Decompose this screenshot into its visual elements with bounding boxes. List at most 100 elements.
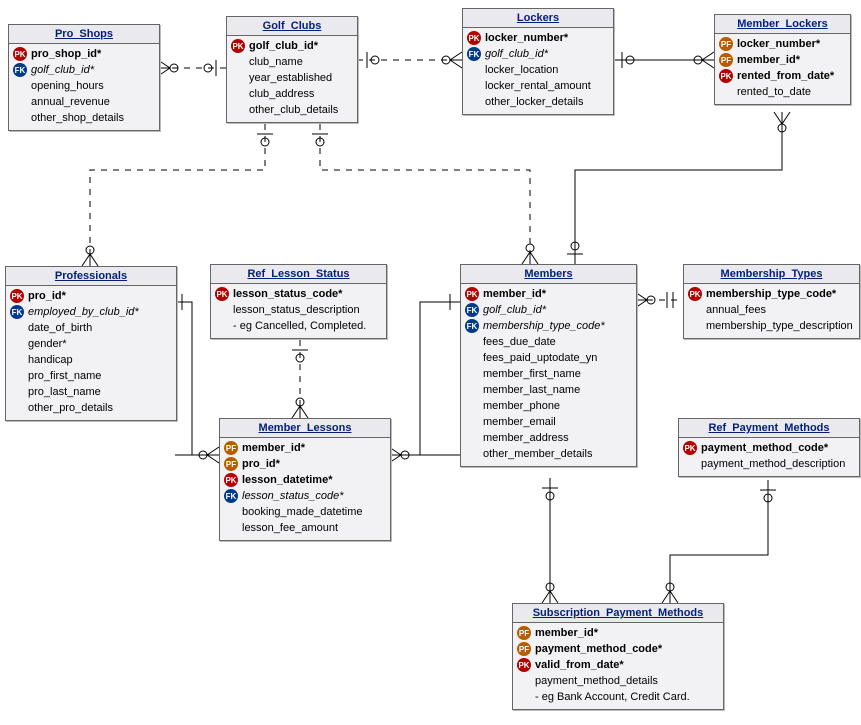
entity-body: PFmember_id*PFpayment_method_code*PK vali… (513, 623, 723, 709)
attribute-label: fees_due_date (483, 336, 556, 348)
attribute-label: rented_to_date (737, 86, 811, 98)
pf-icon: PF (719, 37, 733, 51)
pf-icon: PF (517, 642, 531, 656)
attribute-row: - eg Cancelled, Completed. (215, 318, 382, 334)
attribute-row: rented_to_date (719, 84, 846, 100)
attribute-label: member_phone (483, 400, 560, 412)
entity-body: PKpro_id*FKemployed_by_club_id*date_of_b… (6, 286, 176, 420)
pk-icon: PK (10, 289, 24, 303)
attribute-row: FK golf_club_id* (13, 62, 155, 78)
attribute-label: year_established (249, 72, 332, 84)
no-key-icon (13, 111, 27, 125)
no-key-icon (10, 337, 24, 351)
pf-icon: PF (517, 626, 531, 640)
conn-members-memberlessons (389, 294, 460, 463)
entity-ref_payment_methods: Ref_Payment_MethodsPKpayment_method_code… (678, 418, 860, 477)
attribute-label: fees_paid_uptodate_yn (483, 352, 597, 364)
attribute-label: other_club_details (249, 104, 338, 116)
entity-golf_clubs: Golf_ClubsPKgolf_club_id*club_nameyear_e… (226, 16, 358, 123)
entity-ref_lesson_status: Ref_Lesson_StatusPKlesson_status_code*le… (210, 264, 387, 339)
attribute-row: lesson_status_description (215, 302, 382, 318)
attribute-row: PKmember_id* (465, 286, 632, 302)
attribute-row: FKmembership_type_code* (465, 318, 632, 334)
no-key-icon (465, 383, 479, 397)
conn-golfclubs-proshops (158, 60, 226, 76)
no-key-icon (224, 521, 238, 535)
attribute-row: member_first_name (465, 366, 632, 382)
attribute-label: lesson_datetime* (242, 474, 332, 486)
attribute-row: PK pro_id* (10, 288, 172, 304)
conn-members-membershiptypes (635, 292, 683, 308)
fk-icon: FK (224, 489, 238, 503)
attribute-label: valid_from_date* (535, 659, 624, 671)
no-key-icon (231, 103, 245, 117)
attribute-row: FKemployed_by_club_id* (10, 304, 172, 320)
pf-icon: PF (224, 441, 238, 455)
attribute-label: member_id* (483, 288, 546, 300)
attribute-row: year_established (231, 70, 353, 86)
entity-title: Members (461, 265, 636, 284)
attribute-row: FKgolf_club_id* (467, 46, 609, 62)
attribute-label: pro_last_name (28, 386, 101, 398)
entity-body: PFlocker_number*PFmember_id*PKrented_fro… (715, 34, 850, 104)
attribute-label: other_shop_details (31, 112, 124, 124)
no-key-icon (465, 415, 479, 429)
no-key-icon (465, 447, 479, 461)
attribute-label: locker_number* (485, 32, 568, 44)
no-key-icon (467, 63, 481, 77)
attribute-label: pro_id* (28, 290, 66, 302)
no-key-icon (231, 55, 245, 69)
pk-icon: PK (688, 287, 702, 301)
entity-title: Pro_Shops (9, 25, 159, 44)
entity-body: PKmembership_type_code*annual_feesmember… (684, 284, 859, 338)
entity-body: PKgolf_club_id*club_nameyear_established… (227, 36, 357, 122)
attribute-row: PFmember_id* (517, 625, 719, 641)
attribute-label: member_address (483, 432, 569, 444)
attribute-row: fees_paid_uptodate_yn (465, 350, 632, 366)
attribute-row: member_address (465, 430, 632, 446)
attribute-row: handicap (10, 352, 172, 368)
no-key-icon (10, 401, 24, 415)
attribute-label: gender* (28, 338, 67, 350)
attribute-row: PKlocker_number* (467, 30, 609, 46)
pf-icon: PF (719, 53, 733, 67)
attribute-row: PFmember_id* (224, 440, 386, 456)
attribute-label: club_address (249, 88, 314, 100)
attribute-row: membership_type_description (688, 318, 855, 334)
attribute-label: pro_id* (242, 458, 280, 470)
attribute-row: PFpayment_method_code* (517, 641, 719, 657)
attribute-label: member_last_name (483, 384, 580, 396)
attribute-row: club_address (231, 86, 353, 102)
conn-golfclubs-members (312, 124, 538, 264)
entity-title: Professionals (6, 267, 176, 286)
pk-icon: PK (215, 287, 229, 301)
entity-body: PKlocker_number*FKgolf_club_id*locker_lo… (463, 28, 613, 114)
attribute-label: golf_club_id* (31, 64, 94, 76)
attribute-row: PKlesson_status_code* (215, 286, 382, 302)
pk-icon: PK (517, 658, 531, 672)
attribute-label: lesson_status_description (233, 304, 360, 316)
entity-members: MembersPKmember_id*FKgolf_club_id*FKmemb… (460, 264, 637, 467)
attribute-row: other_pro_details (10, 400, 172, 416)
attribute-label: locker_number* (737, 38, 820, 50)
attribute-label: lesson_status_code* (242, 490, 344, 502)
fk-icon: FK (13, 63, 27, 77)
no-key-icon (683, 457, 697, 471)
no-key-icon (13, 95, 27, 109)
conn-golfclubs-lockers (357, 52, 462, 68)
conn-lockers-memberlockers (612, 52, 714, 68)
no-key-icon (465, 367, 479, 381)
entity-title: Member_Lessons (220, 419, 390, 438)
attribute-label: golf_club_id* (249, 40, 318, 52)
entity-body: PKmember_id*FKgolf_club_id*FKmembership_… (461, 284, 636, 466)
attribute-row: lesson_fee_amount (224, 520, 386, 536)
erd-canvas: Pro_ShopsPKpro_shop_id*FKgolf_club_id*op… (0, 0, 861, 725)
no-key-icon (215, 319, 229, 333)
attribute-row: member_last_name (465, 382, 632, 398)
attribute-row: other_shop_details (13, 110, 155, 126)
no-key-icon (10, 385, 24, 399)
attribute-label: other_pro_details (28, 402, 113, 414)
attribute-label: member_first_name (483, 368, 581, 380)
attribute-label: booking_made_datetime (242, 506, 362, 518)
attribute-label: club_name (249, 56, 303, 68)
